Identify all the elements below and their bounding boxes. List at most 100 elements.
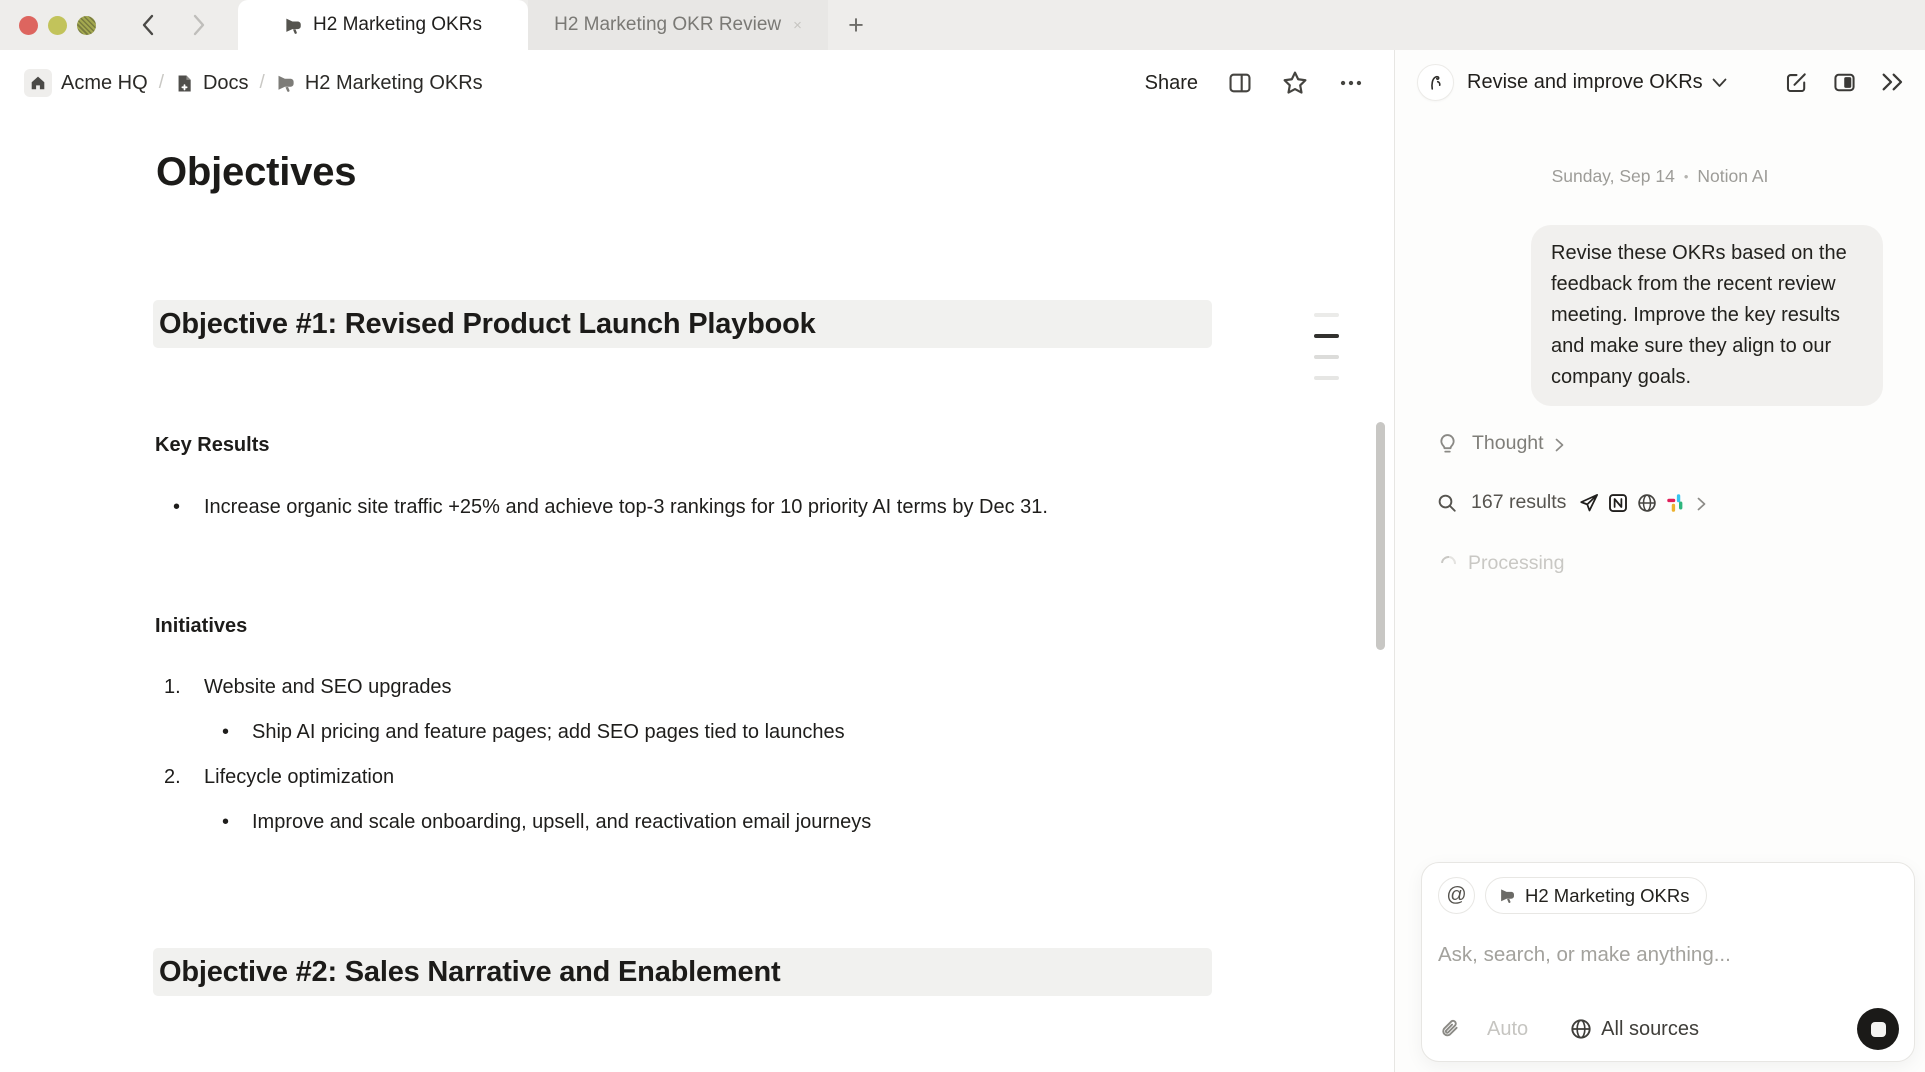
page-title: Objectives [156, 148, 1230, 196]
paper-plane-icon [1579, 493, 1599, 513]
chat-composer: @ H2 Marketing OKRs Ask, search, or make… [1421, 862, 1915, 1062]
search-icon [1437, 493, 1457, 513]
stop-icon [1871, 1022, 1886, 1037]
drag-handle-icon [1314, 334, 1339, 338]
sources-label: All sources [1601, 1018, 1699, 1041]
objective-1-heading[interactable]: Objective #1: Revised Product Launch Pla… [153, 300, 1212, 348]
chevron-right-icon [1697, 497, 1706, 511]
breadcrumb-item-docs[interactable]: Docs [175, 72, 249, 95]
initiative-text: Website and SEO upgrades [204, 669, 452, 706]
new-tab-button[interactable]: + [828, 0, 884, 50]
breadcrumb-separator: / [157, 72, 166, 94]
star-icon[interactable] [1282, 70, 1308, 96]
slack-icon [1666, 493, 1686, 513]
number-marker: 2. [153, 759, 204, 796]
spinner-icon [1438, 553, 1459, 574]
drag-handle-icon [1314, 313, 1339, 317]
megaphone-icon [276, 73, 296, 93]
doc-icon [175, 74, 194, 93]
traffic-lights [0, 0, 110, 50]
panel-toggle-icon[interactable] [1833, 71, 1856, 94]
breadcrumb-label: Docs [203, 72, 249, 95]
initiative-sub-item-2[interactable]: • Improve and scale onboarding, upsell, … [153, 804, 1230, 841]
block-handle-dashes[interactable] [1314, 313, 1339, 397]
dot-separator: • [1684, 169, 1689, 184]
chat-input[interactable]: Ask, search, or make anything... [1438, 943, 1898, 967]
mode-selector[interactable]: Auto [1487, 1018, 1528, 1041]
bullet-text: Increase organic site traffic +25% and a… [204, 489, 1048, 526]
conversation-date: Sunday, Sep 14 • Notion AI [1411, 166, 1909, 187]
sub-bullet-text: Improve and scale onboarding, upsell, an… [252, 804, 871, 841]
tab-h2-marketing-okr-review[interactable]: H2 Marketing OKR Review × [528, 0, 828, 50]
zoom-window-button[interactable] [77, 16, 96, 35]
key-results-heading: Key Results [155, 432, 1230, 459]
processing-label: Processing [1468, 552, 1564, 575]
minimize-window-button[interactable] [48, 16, 67, 35]
mention-button[interactable]: @ [1438, 877, 1475, 914]
initiative-text: Lifecycle optimization [204, 759, 394, 796]
close-window-button[interactable] [19, 16, 38, 35]
notion-logo-icon [1608, 493, 1628, 513]
chevron-left-icon [141, 14, 154, 36]
sub-bullet-text: Ship AI pricing and feature pages; add S… [252, 714, 845, 751]
megaphone-icon [284, 16, 303, 35]
globe-icon [1570, 1018, 1592, 1040]
back-button[interactable] [132, 10, 162, 40]
bullet-marker: • [153, 489, 204, 526]
window-tab-bar: H2 Marketing OKRs H2 Marketing OKR Revie… [0, 0, 1925, 50]
document-body: Objectives Objective #1: Revised Product… [0, 148, 1230, 996]
context-chip[interactable]: H2 Marketing OKRs [1485, 877, 1707, 914]
search-results-row[interactable]: 167 results [1437, 491, 1909, 514]
user-message-bubble: Revise these OKRs based on the feedback … [1531, 225, 1883, 406]
ai-side-panel: Revise and improve OKRs Sunday, Sep 14 •… [1394, 50, 1925, 1072]
lightbulb-icon [1437, 433, 1458, 454]
initiative-sub-item-1[interactable]: • Ship AI pricing and feature pages; add… [153, 714, 1230, 751]
split-view-icon[interactable] [1228, 71, 1252, 95]
close-tab-icon[interactable]: × [793, 17, 802, 34]
breadcrumb: Acme HQ / Docs / H2 Marketing OKRs [24, 69, 483, 97]
chevron-right-icon [1555, 438, 1564, 452]
results-count-label: 167 results [1471, 491, 1566, 514]
ellipsis-icon[interactable] [1338, 70, 1364, 96]
initiative-item-2[interactable]: 2. Lifecycle optimization [153, 759, 1230, 796]
context-chip-label: H2 Marketing OKRs [1525, 885, 1690, 907]
processing-row: Processing [1441, 552, 1909, 575]
breadcrumb-separator: / [258, 72, 267, 94]
thought-label: Thought [1472, 432, 1544, 455]
breadcrumb-item-page[interactable]: H2 Marketing OKRs [276, 72, 483, 95]
initiative-item-1[interactable]: 1. Website and SEO upgrades [153, 669, 1230, 706]
megaphone-icon [1499, 887, 1516, 904]
thought-row[interactable]: Thought [1437, 432, 1909, 455]
forward-button[interactable] [184, 10, 214, 40]
compose-icon[interactable] [1785, 71, 1808, 94]
double-chevron-right-icon[interactable] [1881, 72, 1905, 92]
globe-icon [1637, 493, 1657, 513]
stop-generation-button[interactable] [1857, 1008, 1899, 1050]
drag-handle-icon [1314, 355, 1339, 359]
drag-handle-icon [1314, 376, 1339, 380]
author-label: Notion AI [1697, 166, 1768, 187]
tab-label: H2 Marketing OKR Review [554, 14, 781, 36]
number-marker: 1. [153, 669, 204, 706]
plus-icon: + [848, 10, 864, 41]
thread-title[interactable]: Revise and improve OKRs [1467, 71, 1703, 94]
date-label: Sunday, Sep 14 [1552, 166, 1675, 187]
key-result-bullet-item[interactable]: • Increase organic site traffic +25% and… [153, 489, 1230, 526]
initiatives-heading: Initiatives [155, 613, 1230, 640]
vertical-scrollbar[interactable] [1376, 422, 1385, 650]
breadcrumb-label: Acme HQ [61, 72, 148, 95]
chevron-right-icon [193, 14, 206, 36]
tab-label: H2 Marketing OKRs [313, 14, 482, 36]
paperclip-icon[interactable] [1439, 1018, 1461, 1040]
breadcrumb-label: H2 Marketing OKRs [305, 72, 483, 95]
source-icons [1579, 493, 1686, 513]
chevron-down-icon[interactable] [1712, 78, 1727, 88]
tab-h2-marketing-okrs[interactable]: H2 Marketing OKRs [238, 0, 528, 50]
objective-2-heading[interactable]: Objective #2: Sales Narrative and Enable… [153, 948, 1212, 996]
home-icon [24, 69, 52, 97]
sources-selector[interactable]: All sources [1570, 1018, 1699, 1041]
breadcrumb-item-workspace[interactable]: Acme HQ [24, 69, 148, 97]
document-pane: Acme HQ / Docs / H2 Marketing OKRs Share [0, 50, 1394, 1072]
ai-face-icon [1417, 64, 1454, 101]
share-button[interactable]: Share [1145, 72, 1198, 95]
